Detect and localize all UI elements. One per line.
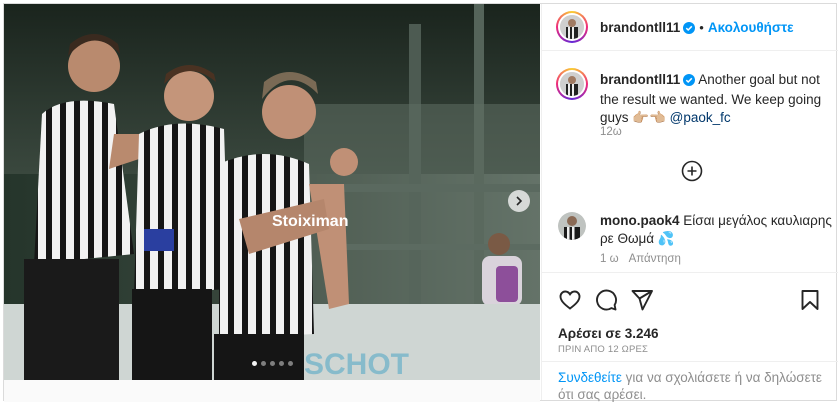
caption-time[interactable]: 12ω [600,126,622,138]
caption-mention-link[interactable]: @paok_fc [670,110,731,125]
comment-reply-button[interactable]: Απάντηση [629,253,681,265]
login-prompt: Συνδεθείτε για να σχολιάσετε ή να δηλώσε… [542,361,838,403]
post-photo[interactable]: SCHOT Stoiximan [4,4,540,380]
follow-button[interactable]: Ακολουθήστε [708,20,794,35]
svg-text:SCHOT: SCHOT [304,348,409,380]
commenter-avatar[interactable] [558,212,586,240]
load-more-comments-button[interactable] [681,160,703,182]
heart-icon [559,290,581,310]
caption-verified-badge-icon [683,73,696,91]
author-username[interactable]: brandontll11 [600,20,680,35]
carousel-dot-2 [261,361,266,366]
like-button[interactable] [558,288,582,312]
commenter-username[interactable]: mono.paok4 [600,213,680,228]
carousel-dot-4 [279,361,284,366]
carousel-dot-1 [252,361,257,366]
author-avatar-image [560,15,584,39]
comment-bubble-icon [596,289,617,311]
save-button[interactable] [798,288,822,312]
carousel-dots [252,361,293,366]
post-header: brandontll11 • Ακολουθήστε [542,4,838,51]
paper-plane-icon [631,290,653,311]
login-link[interactable]: Συνδεθείτε [558,370,622,385]
verified-badge-icon [683,21,696,39]
comment-button[interactable] [594,288,618,312]
caption-username[interactable]: brandontll11 [600,72,680,87]
comment: mono.paok4 Είσαι μεγάλος καυλιαρης ρε Θω… [600,212,836,248]
header-row: brandontll11 • Ακολουθήστε [600,19,794,39]
instagram-post-card: SCHOT Stoiximan brandontll11 • Ακολουθήσ… [3,3,838,402]
commenter-avatar-image [558,212,586,240]
bookmark-icon [801,290,819,310]
caption-avatar-image [560,72,584,96]
caption-author-avatar[interactable] [556,68,588,100]
post-timestamp: ΠΡΙΝ ΑΠΟ 12 ΩΡΕΣ [558,344,649,355]
author-avatar[interactable] [556,11,588,43]
post-actions: Αρέσει σε 3.246 ΠΡΙΝ ΑΠΟ 12 ΩΡΕΣ Συνδεθε… [542,272,838,402]
chevron-right-icon [516,196,523,206]
share-button[interactable] [630,288,654,312]
post-image: SCHOT Stoiximan [4,4,540,380]
carousel-next-button[interactable] [508,190,530,212]
post-side-panel: brandontll11 • Ακολουθήστε brandontll11 An… [541,4,838,402]
plus-circle-icon [681,160,703,182]
comment-time[interactable]: 1 ω [600,253,619,265]
post-caption: brandontll11 Another goal but not the re… [600,71,832,127]
likes-count[interactable]: Αρέσει σε 3.246 [558,326,659,341]
svg-text:Stoiximan: Stoiximan [272,213,348,230]
header-separator: • [699,20,704,35]
carousel-dot-3 [270,361,275,366]
comment-meta: 1 ω Απάντηση [600,253,681,265]
photo-bottom-strip [4,380,540,402]
carousel-dot-5 [288,361,293,366]
